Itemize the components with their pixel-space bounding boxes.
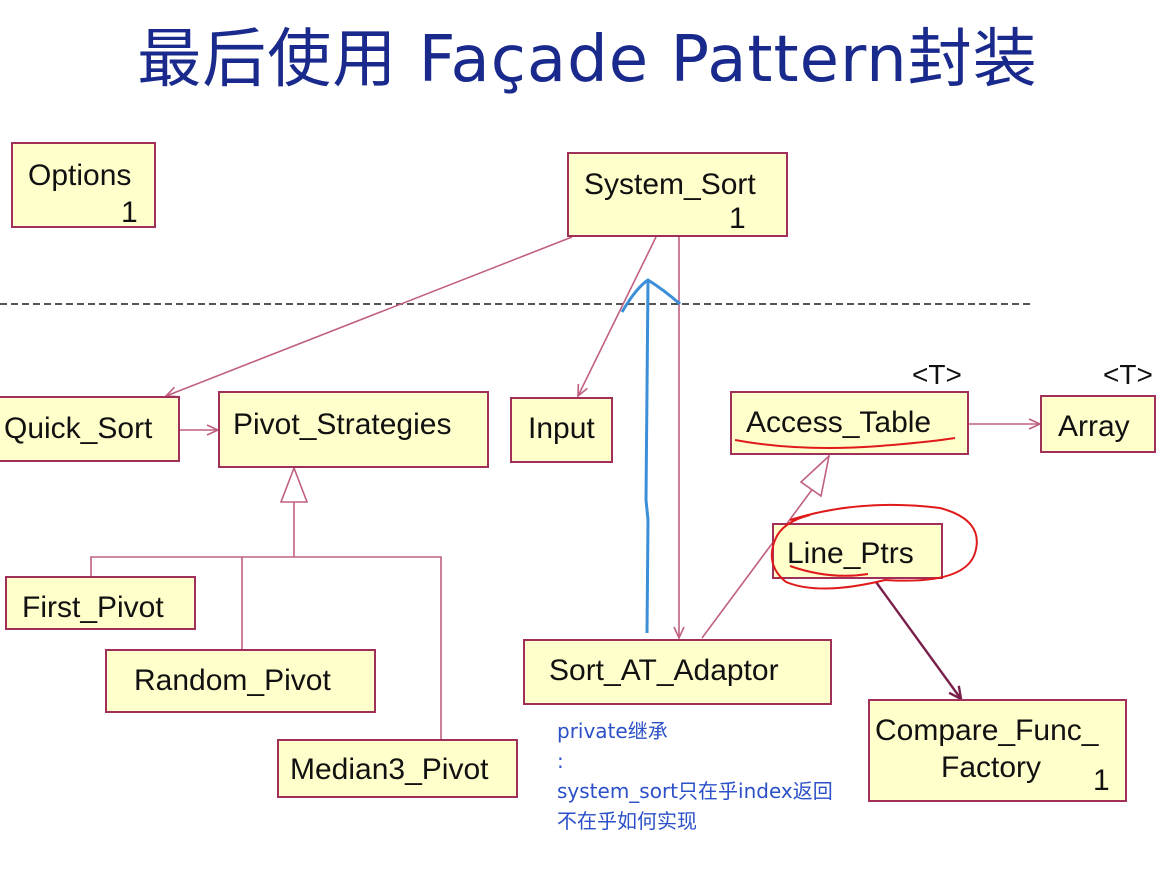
class-name: Input: [528, 412, 595, 445]
class-name: Options: [28, 159, 131, 192]
class-name: Array: [1058, 410, 1130, 443]
note-line: :: [557, 749, 564, 773]
note-line: private继承: [557, 719, 668, 743]
class-name: System_Sort: [584, 168, 756, 201]
class-name: Line_Ptrs: [787, 537, 914, 570]
association-systemsort-quicksort: [164, 236, 573, 398]
class-input: Input: [510, 397, 613, 463]
association-lineptrs-factory: [875, 581, 961, 699]
class-random-pivot: Random_Pivot: [105, 649, 376, 713]
template-parameter: <T>: [1103, 359, 1153, 390]
class-name: Median3_Pivot: [290, 753, 489, 786]
multiplicity: 1: [1093, 764, 1110, 797]
class-name: Quick_Sort: [4, 412, 153, 445]
class-name: Sort_AT_Adaptor: [549, 654, 779, 687]
class-quick-sort: Quick_Sort: [0, 396, 180, 462]
class-name-line1: Compare_Func_: [875, 714, 1100, 747]
class-line-ptrs: Line_Ptrs: [772, 523, 943, 579]
association-systemsort-input: [577, 236, 657, 398]
generalization-triangle-pivot: [279, 465, 309, 503]
class-name: First_Pivot: [22, 591, 164, 624]
multiplicity: 1: [729, 202, 746, 235]
class-name-line2: Factory: [941, 751, 1041, 784]
class-options: Options 1: [11, 142, 156, 229]
class-compare-func-factory: Compare_Func_ Factory 1: [868, 699, 1127, 802]
note-line: 不在乎如何实现: [557, 809, 697, 833]
class-name: Pivot_Strategies: [233, 408, 451, 441]
blue-annotation-arrow-line: [644, 279, 650, 634]
generalization-triangle-accesstable: [799, 453, 831, 498]
class-access-table: <T> Access_Table: [730, 359, 969, 455]
multiplicity: 1: [121, 196, 138, 229]
class-name: Access_Table: [746, 406, 931, 439]
class-sort-at-adaptor: Sort_AT_Adaptor: [523, 639, 832, 705]
class-name: Random_Pivot: [134, 664, 331, 697]
blue-annotation-arrowhead: [620, 278, 681, 313]
annotation-note: private继承 : system_sort只在乎index返回 不在乎如何实…: [557, 716, 887, 836]
class-first-pivot: First_Pivot: [5, 576, 196, 630]
class-system-sort: System_Sort 1: [567, 152, 788, 237]
class-array: <T> Array: [1040, 359, 1156, 453]
template-parameter: <T>: [912, 359, 962, 390]
class-median3-pivot: Median3_Pivot: [277, 739, 518, 798]
class-pivot-strategies: Pivot_Strategies: [218, 391, 489, 468]
note-line: system_sort只在乎index返回: [557, 779, 833, 803]
